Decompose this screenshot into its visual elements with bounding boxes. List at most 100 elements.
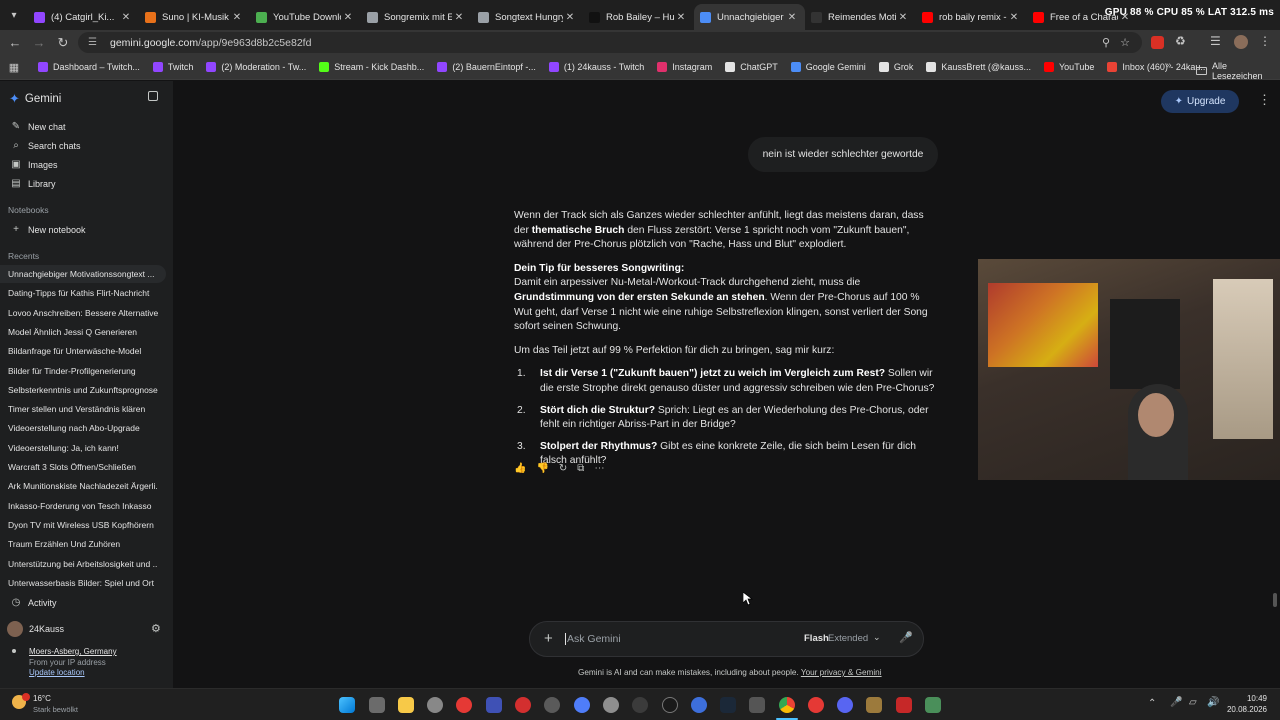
steam-icon[interactable]: [720, 697, 736, 713]
bookmark-item[interactable]: Instagram: [657, 62, 712, 72]
bookmark-item[interactable]: KaussBrett (@kauss...: [926, 62, 1031, 72]
windows-start-icon[interactable]: [339, 697, 355, 713]
user-avatar[interactable]: [7, 621, 23, 637]
adblock-extension-icon[interactable]: [1151, 36, 1164, 49]
recent-chat-item[interactable]: Unterwasserbasis Bilder: Spiel und Ort: [8, 578, 158, 588]
site-info-icon[interactable]: ☰: [88, 37, 102, 48]
activity-button[interactable]: ◷ Activity: [10, 597, 57, 608]
recent-chat-item[interactable]: Bildanfrage für Unterwäsche-Model: [8, 346, 158, 356]
file-explorer-icon[interactable]: [398, 697, 414, 713]
profile-avatar[interactable]: [1234, 35, 1248, 49]
thumbs-up-icon[interactable]: 👍: [514, 463, 526, 474]
more-bookmarks-icon[interactable]: »: [1166, 60, 1172, 71]
browser-tab[interactable]: (4) Catgirl_Ki... ✕: [28, 4, 139, 30]
bookmark-item[interactable]: ChatGPT: [725, 62, 778, 72]
model-selector-label[interactable]: Flash: [804, 633, 829, 644]
obs-icon[interactable]: [544, 697, 560, 713]
recent-chat-item[interactable]: Videoerstellung nach Abo-Upgrade: [8, 423, 158, 433]
chevron-down-icon[interactable]: ⌄: [873, 632, 881, 643]
tab-close-icon[interactable]: ✕: [452, 12, 466, 23]
app-icon-blue[interactable]: [574, 697, 590, 713]
scrollbar-thumb[interactable]: [1273, 593, 1277, 607]
tray-chevron-up-icon[interactable]: ⌃: [1148, 698, 1156, 709]
apps-grid-icon[interactable]: ▦: [0, 61, 28, 74]
more-options-icon[interactable]: ⋮: [1258, 92, 1271, 108]
tray-mic-icon[interactable]: 🎤: [1170, 697, 1182, 708]
zoom-icon[interactable]: ⚲: [1102, 36, 1110, 49]
mouse-app-icon[interactable]: [427, 697, 443, 713]
media-control-icon[interactable]: ☰: [1210, 34, 1221, 48]
bookmark-item[interactable]: Stream - Kick Dashb...: [319, 62, 424, 72]
recent-chat-item[interactable]: Dyon TV mit Wireless USB Kopfhörern: [8, 520, 158, 530]
privacy-link[interactable]: Your privacy & Gemini: [801, 668, 882, 677]
thumbs-down-icon[interactable]: 👎: [536, 463, 548, 474]
bookmark-item[interactable]: (2) BauernEintopf -...: [437, 62, 536, 72]
recent-chat-item[interactable]: Warcraft 3 Slots Öffnen/Schließen: [8, 462, 158, 472]
gemini-brand[interactable]: ✦ Gemini: [9, 91, 61, 107]
bookmark-item[interactable]: Google Gemini: [790, 62, 866, 72]
browser-tab[interactable]: Unnachgiebiger M...✕: [694, 4, 805, 30]
volume-icon[interactable]: 🔊: [1207, 697, 1219, 708]
app-icon-dark[interactable]: [632, 697, 648, 713]
forward-arrow-icon[interactable]: →: [27, 31, 51, 55]
bookmark-item[interactable]: Twitch: [152, 62, 193, 72]
browser-tab[interactable]: rob baily remix - ...✕: [916, 4, 1027, 30]
microphone-icon[interactable]: 🎤: [899, 631, 913, 644]
sidebar-nav-search-chats[interactable]: ⌕ Search chats: [10, 140, 80, 151]
collapse-sidebar-icon[interactable]: [148, 91, 158, 101]
tab-close-icon[interactable]: ✕: [785, 12, 799, 23]
recent-chat-item[interactable]: Model Ähnlich Jessi Q Generieren: [8, 327, 158, 337]
app-icon-v[interactable]: [486, 697, 502, 713]
app-icon-red-square[interactable]: [896, 697, 912, 713]
bookmark-item[interactable]: Grok: [878, 62, 913, 72]
browser-tab[interactable]: Songtext Hungry...✕: [472, 4, 583, 30]
back-arrow-icon[interactable]: ←: [3, 31, 27, 55]
recent-chat-item[interactable]: Selbsterkenntnis und Zukunftsprognose: [8, 385, 158, 395]
recent-chat-item[interactable]: Timer stellen und Verständnis klären: [8, 404, 158, 414]
app-icon-brown[interactable]: [866, 697, 882, 713]
github-icon[interactable]: [662, 697, 678, 713]
all-bookmarks-folder[interactable]: Alle Lesezeichen: [1196, 61, 1280, 81]
bookmark-item[interactable]: Inbox (460) - 24kau...: [1107, 62, 1208, 72]
recent-chat-item[interactable]: Videoerstellung: Ja, ich kann!: [8, 443, 158, 453]
bookmark-item[interactable]: Dashboard – Twitch...: [38, 62, 140, 72]
tab-search-chevron-icon[interactable]: ▾: [0, 0, 28, 30]
bookmark-star-icon[interactable]: ☆: [1120, 36, 1130, 49]
more-actions-icon[interactable]: ⋯: [594, 463, 604, 474]
bookmark-item[interactable]: YouTube: [1044, 62, 1094, 72]
tab-close-icon[interactable]: ✕: [896, 12, 910, 23]
browser-tab[interactable]: Songremix mit Ei...✕: [361, 4, 472, 30]
prompt-input-box[interactable]: + Ask Gemini Flash Extended ⌄ 🎤: [529, 621, 924, 657]
new-notebook-button[interactable]: + New notebook: [10, 224, 85, 235]
address-bar[interactable]: ☰ gemini.google.com/app/9e963d8b2c5e82fd…: [78, 32, 1142, 53]
chrome-icon[interactable]: [779, 697, 795, 713]
browser-tab[interactable]: YouTube Downlo...✕: [250, 4, 361, 30]
browser-tab[interactable]: Suno | KI-Musik ✕: [139, 4, 250, 30]
copy-icon[interactable]: ⧉: [577, 463, 584, 474]
opera-icon[interactable]: [808, 697, 824, 713]
update-location-link[interactable]: Update location: [29, 668, 85, 677]
prompt-placeholder[interactable]: Ask Gemini: [565, 633, 621, 645]
browser-tab[interactable]: Reimendes Motiv...✕: [805, 4, 916, 30]
network-icon[interactable]: ▱: [1189, 697, 1197, 708]
add-attachment-icon[interactable]: +: [544, 630, 553, 647]
calculator-icon[interactable]: [369, 697, 385, 713]
recent-chat-item[interactable]: Ark Munitionskiste Nachladezeit Ärgerli.…: [8, 481, 158, 491]
app-icon-red[interactable]: [456, 697, 472, 713]
recent-chat-item[interactable]: Unterstützung bei Arbeitslosigkeit und .…: [8, 559, 158, 569]
tab-close-icon[interactable]: ✕: [341, 12, 355, 23]
bookmark-item[interactable]: (1) 24kauss - Twitch: [548, 62, 644, 72]
settings-gear-icon[interactable]: ⚙: [151, 622, 161, 635]
sidebar-nav-library[interactable]: ▤ Library: [10, 178, 55, 189]
app-icon-record[interactable]: [515, 697, 531, 713]
recent-chat-item[interactable]: Bilder für Tinder-Profilgenerierung: [8, 366, 158, 376]
app-icon-green[interactable]: [925, 697, 941, 713]
browser-tab[interactable]: Rob Bailey – Hun...✕: [583, 4, 694, 30]
bookmark-item[interactable]: (2) Moderation - Tw...: [206, 62, 306, 72]
tab-close-icon[interactable]: ✕: [1007, 12, 1021, 23]
tab-close-icon[interactable]: ✕: [230, 12, 244, 23]
recent-chat-item[interactable]: Lovoo Anschreiben: Bessere Alternativen: [8, 308, 158, 318]
app-icon-gear[interactable]: [603, 697, 619, 713]
tab-close-icon[interactable]: ✕: [563, 12, 577, 23]
recent-chat-item[interactable]: Traum Erzählen Und Zuhören: [8, 539, 158, 549]
